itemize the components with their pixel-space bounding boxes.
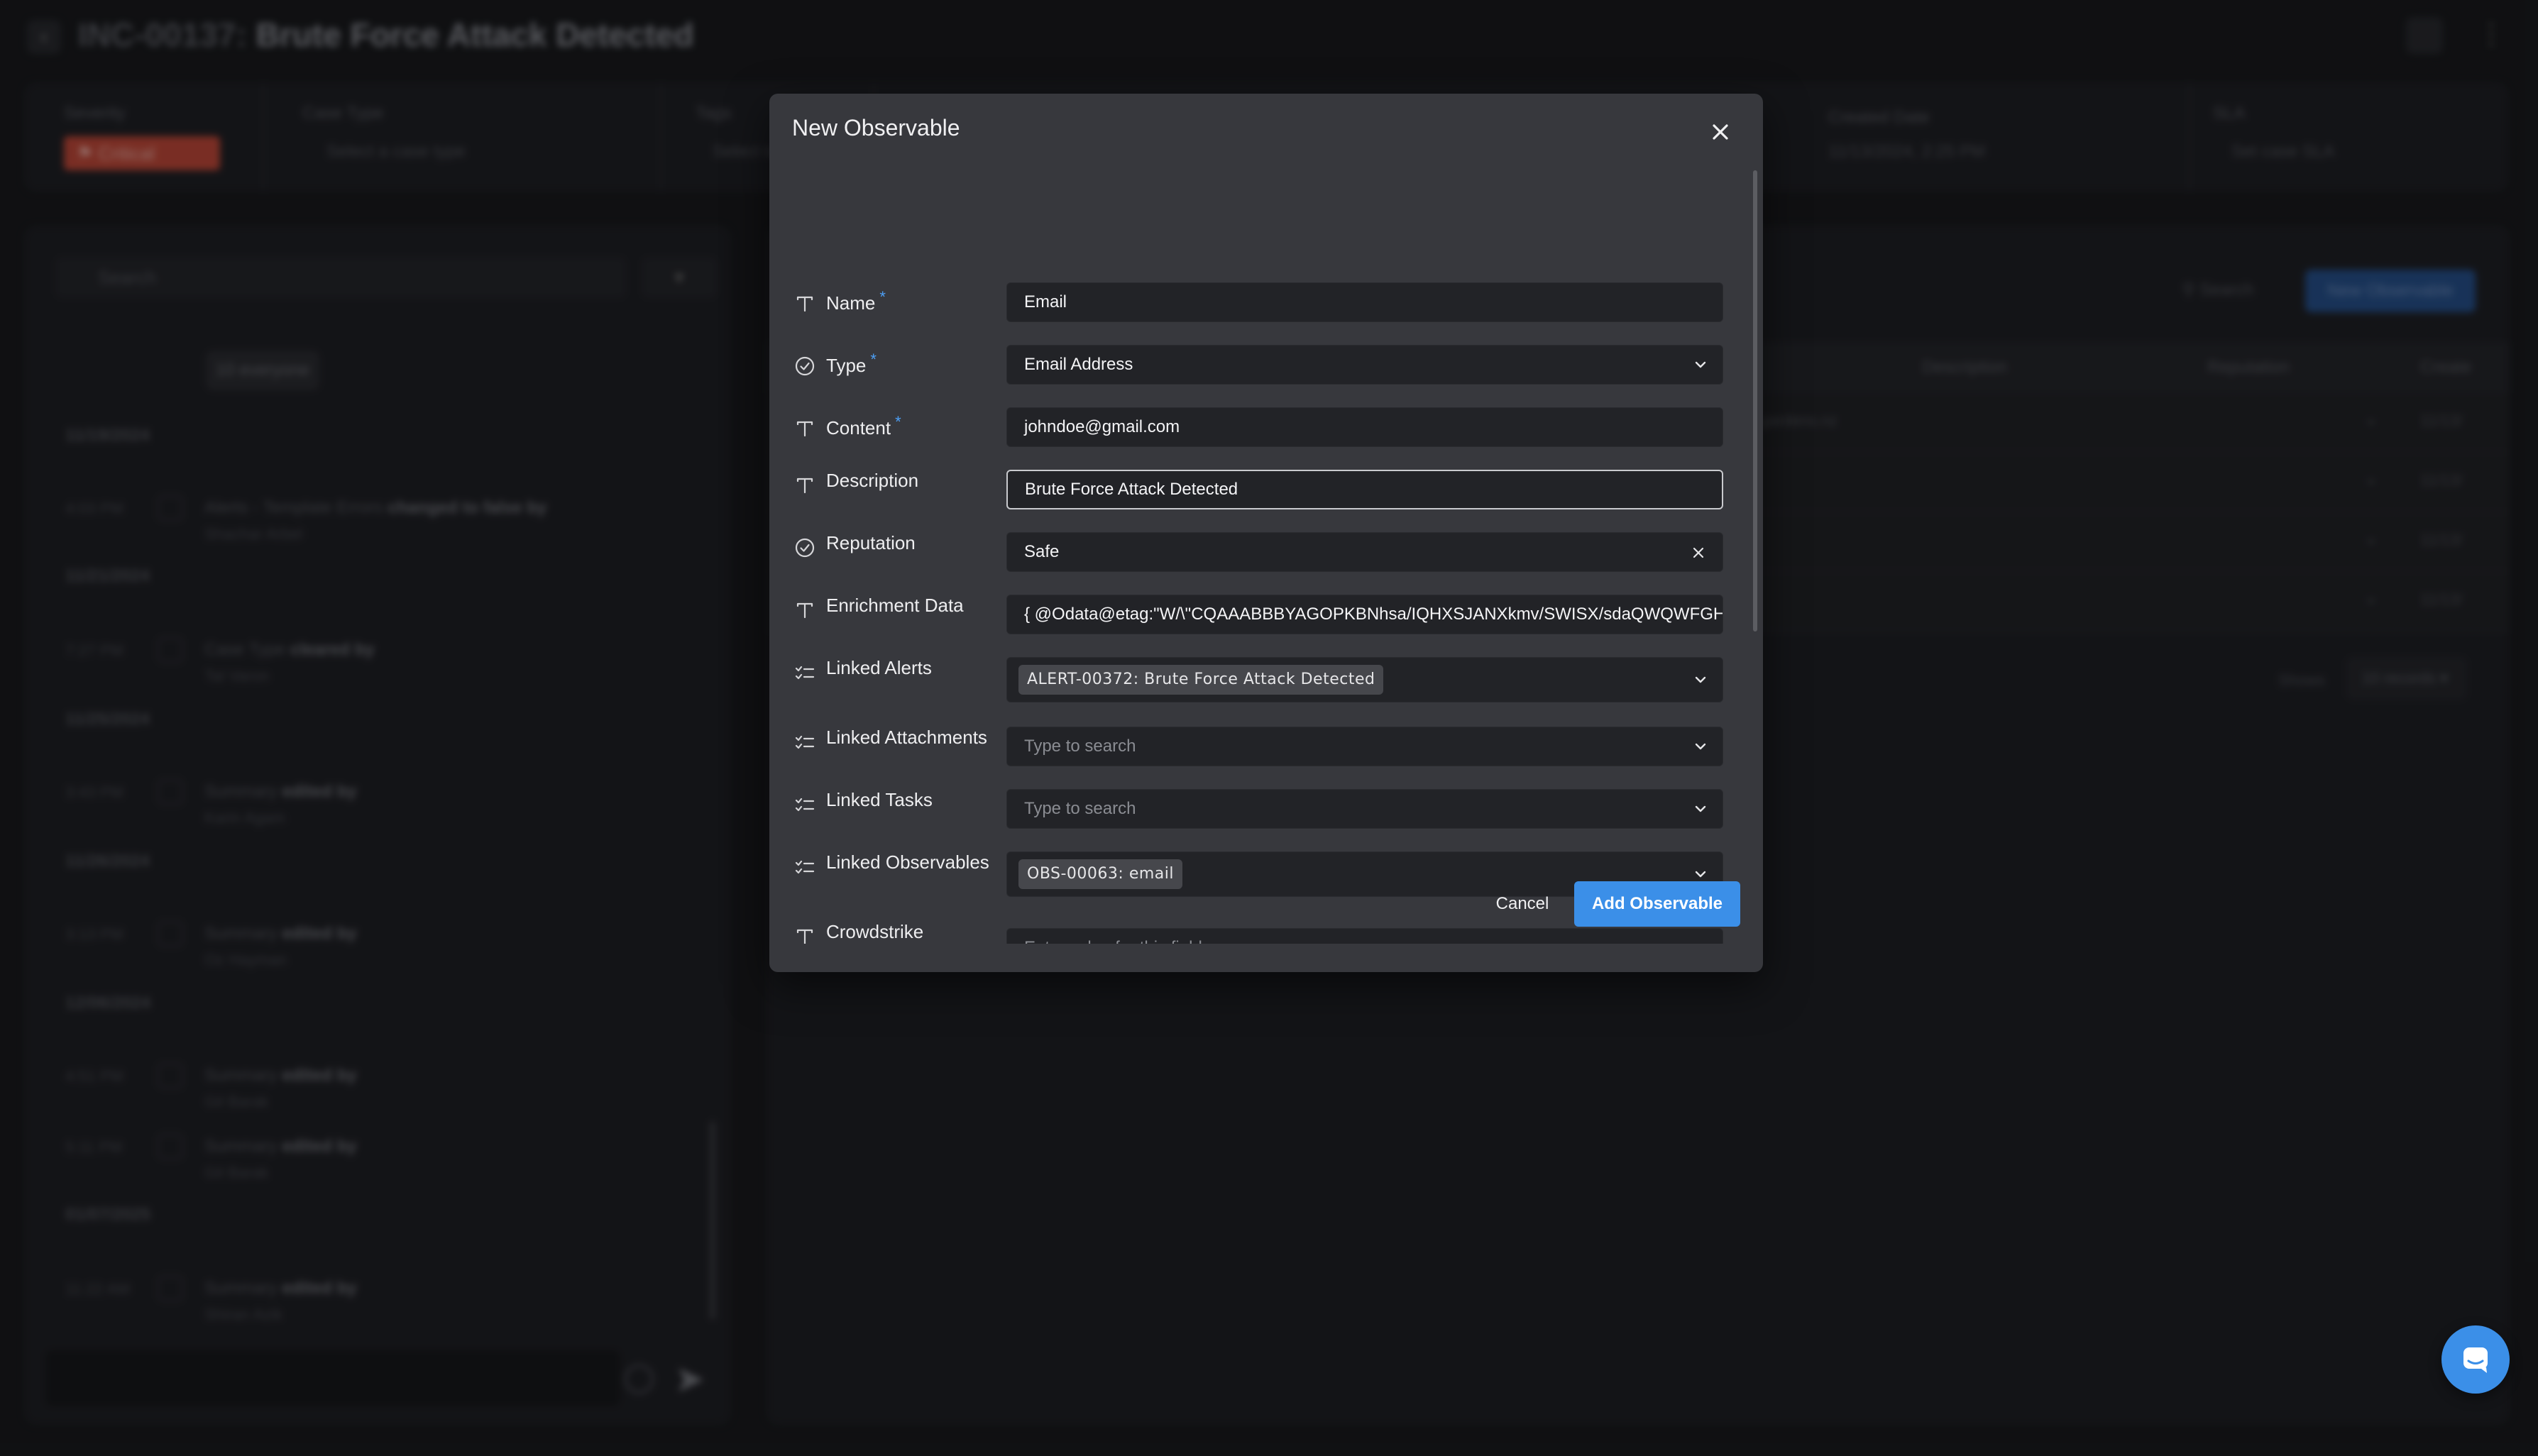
placeholder-text: Type to search xyxy=(1024,799,1136,818)
linked-tasks-select[interactable]: Type to search xyxy=(1006,789,1723,829)
label-text: Name xyxy=(826,292,876,314)
chevron-down-icon[interactable] xyxy=(1688,353,1713,377)
type-value: Email Address xyxy=(1024,355,1133,374)
field-label: Type * xyxy=(826,351,877,377)
field-label: Linked Alerts xyxy=(826,657,932,678)
field-label: Crowdstrike xyxy=(826,921,924,942)
label-text: Content xyxy=(826,417,891,439)
content-input[interactable]: johndoe@gmail.com xyxy=(1006,407,1723,447)
field-label: Description xyxy=(826,470,919,491)
text-field-icon xyxy=(793,292,816,315)
type-select[interactable]: Email Address xyxy=(1006,345,1723,385)
checklist-icon xyxy=(793,793,816,816)
dialog-scrollbar[interactable] xyxy=(1753,170,1757,632)
cancel-button[interactable]: Cancel xyxy=(1483,883,1561,925)
add-observable-button[interactable]: Add Observable xyxy=(1574,881,1740,927)
placeholder-text: Type to search xyxy=(1024,737,1136,756)
enrichment-data-input[interactable]: { @Odata@etag:"W/\"CQAAABBBYAGOPKBNhsa/I… xyxy=(1006,595,1723,634)
dialog-body: Name * Email Type * Email Address Content *… xyxy=(769,172,1763,944)
text-field-icon xyxy=(793,599,816,622)
check-circle-icon xyxy=(793,536,816,559)
dialog-title: New Observable xyxy=(792,115,960,140)
name-input[interactable]: Email xyxy=(1006,282,1723,322)
check-circle-icon xyxy=(793,355,816,377)
close-icon[interactable] xyxy=(1699,111,1742,153)
new-observable-dialog: New Observable Name * Email Type * Email A… xyxy=(769,94,1763,972)
field-label: Name * xyxy=(826,288,886,314)
text-field-icon xyxy=(793,417,816,440)
text-field-icon xyxy=(793,474,816,497)
required-marker: * xyxy=(879,288,886,306)
linked-observable-tag[interactable]: OBS-00063: email xyxy=(1018,859,1182,889)
chat-icon[interactable] xyxy=(2441,1325,2510,1394)
checklist-icon xyxy=(793,661,816,684)
field-label: Linked Observables xyxy=(826,851,989,873)
field-label: Content * xyxy=(826,413,901,439)
label-text: Type xyxy=(826,355,867,376)
chevron-down-icon[interactable] xyxy=(1688,797,1713,821)
crowdstrike-input[interactable]: Enter value for this field xyxy=(1006,928,1723,944)
placeholder-text: Enter value for this field xyxy=(1024,938,1202,944)
field-label: Linked Attachments xyxy=(826,727,987,748)
field-label: Linked Tasks xyxy=(826,789,933,810)
checklist-icon xyxy=(793,856,816,878)
chevron-down-icon[interactable] xyxy=(1688,668,1713,692)
reputation-value: Safe xyxy=(1024,542,1060,561)
linked-alerts-select[interactable]: ALERT-00372: Brute Force Attack Detected xyxy=(1006,657,1723,702)
linked-alert-tag[interactable]: ALERT-00372: Brute Force Attack Detected xyxy=(1018,665,1384,695)
clear-icon[interactable] xyxy=(1687,541,1710,564)
text-field-icon xyxy=(793,925,816,944)
field-label: Reputation xyxy=(826,532,916,553)
linked-attachments-select[interactable]: Type to search xyxy=(1006,727,1723,766)
required-marker: * xyxy=(895,413,901,431)
field-label: Enrichment Data xyxy=(826,595,964,616)
required-marker: * xyxy=(870,351,877,368)
checklist-icon xyxy=(793,731,816,754)
chevron-down-icon[interactable] xyxy=(1688,734,1713,759)
description-input[interactable]: Brute Force Attack Detected xyxy=(1006,470,1723,509)
reputation-select[interactable]: Safe xyxy=(1006,532,1723,572)
